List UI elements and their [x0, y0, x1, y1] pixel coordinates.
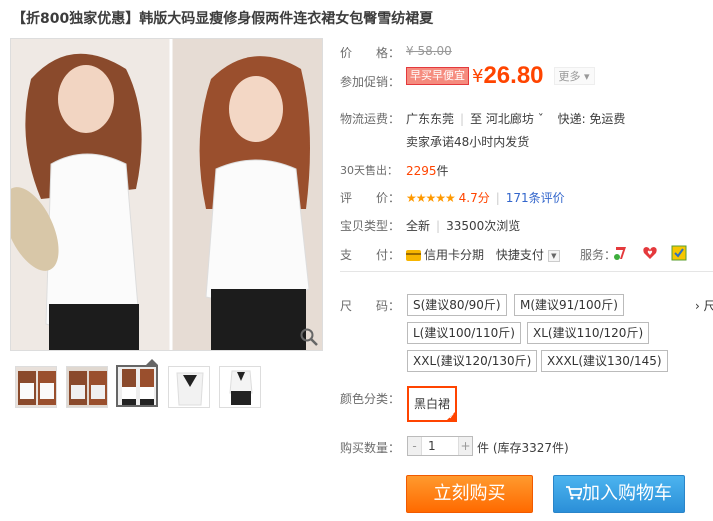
size-label: 尺 码：	[340, 299, 401, 313]
condition-info: 全新 | 33500次浏览	[406, 217, 520, 234]
separator: |	[436, 219, 441, 233]
product-photo	[11, 39, 322, 350]
separator: |	[460, 112, 465, 126]
size-option-xxl[interactable]: XXL(建议120/130斤)	[407, 350, 538, 372]
certified-badge-icon[interactable]	[671, 245, 687, 261]
rating-info: ★★★★★ 4.7分 | 171条评价	[406, 189, 565, 206]
promotion-price: 26.80	[483, 62, 544, 89]
shipping-promise: 卖家承诺48小时内发货	[406, 135, 530, 149]
services-label: 服务：	[580, 248, 617, 262]
color-option-label: 黑白裙	[413, 397, 450, 411]
thumbnail[interactable]	[168, 366, 210, 408]
quantity-label: 购买数量：	[340, 441, 401, 455]
price-label: 价 格：	[340, 46, 401, 60]
increase-quantity-button[interactable]: +	[458, 437, 472, 455]
section-divider	[340, 271, 713, 272]
color-label: 颜色分类：	[340, 392, 401, 406]
sales-unit: 件	[436, 164, 449, 178]
thumbnail-image	[118, 367, 156, 405]
quantity-input[interactable]: 1	[424, 437, 436, 455]
product-title: 【折800独家优惠】韩版大码显瘦修身假两件连衣裙女包臀雪纺裙夏	[12, 11, 434, 27]
size-chart-link[interactable]: › 尺	[695, 297, 713, 314]
rating-score: 4.7分	[458, 191, 490, 205]
quick-pay-option[interactable]: 快捷支付	[496, 248, 544, 262]
installment-option[interactable]: 信用卡分期	[424, 248, 484, 262]
more-promotions-button[interactable]: 更多 ▾	[553, 67, 595, 85]
add-to-cart-label: 加入购物车	[582, 483, 672, 504]
size-option-xl[interactable]: XL(建议110/120斤)	[527, 322, 650, 344]
decrease-quantity-button[interactable]: -	[408, 437, 422, 455]
size-option-s[interactable]: S(建议80/90斤)	[407, 294, 507, 316]
promotion-label: 参加促销：	[340, 75, 401, 89]
payment-info: 信用卡分期 快捷支付 ▼	[406, 246, 560, 263]
size-option-xxxl[interactable]: XXXL(建议130/145)	[541, 350, 668, 372]
stock-info: 件 (库存3327件)	[477, 441, 569, 455]
shipping-info: 广东东莞 | 至 河北廊坊 ˇ 快递: 免运费	[406, 110, 625, 127]
shipping-method: 快递: 免运费	[557, 112, 626, 126]
thumbnail-active[interactable]	[116, 365, 158, 407]
reviews-link[interactable]: 171条评价	[506, 191, 565, 205]
thumbnail-image	[169, 367, 209, 407]
sales-label: 30天售出：	[340, 164, 398, 177]
thumbnail-image	[16, 367, 56, 407]
thumbnail-image	[220, 367, 260, 407]
view-count: 33500次浏览	[446, 219, 521, 233]
sales-info: 2295件	[406, 162, 449, 179]
thumbnail[interactable]	[66, 366, 108, 408]
main-product-image[interactable]	[10, 38, 323, 351]
svg-text:♥: ♥	[647, 250, 652, 257]
magnifier-icon[interactable]	[299, 327, 319, 347]
dropdown-arrow-icon[interactable]: ▼	[547, 249, 560, 262]
condition-value: 全新	[406, 219, 431, 233]
payment-label: 支 付：	[340, 248, 401, 262]
quantity-stepper: - 1 +	[407, 436, 473, 456]
star-rating-icon: ★★★★★	[406, 191, 456, 205]
promotion-price-row: 早买早便宜 ¥26.80 更多 ▾	[406, 62, 595, 90]
original-price: ¥ 58.00	[406, 44, 452, 58]
ship-to-prefix: 至	[470, 112, 483, 126]
size-option-m[interactable]: M(建议91/100斤)	[514, 294, 624, 316]
currency-symbol: ¥	[472, 65, 484, 87]
separator: |	[495, 191, 500, 205]
size-option-l[interactable]: L(建议100/110斤)	[407, 322, 521, 344]
sales-count: 2295	[406, 164, 437, 178]
shipping-label: 物流运费：	[340, 112, 401, 126]
ship-to-selector[interactable]: 河北廊坊 ˇ	[486, 112, 544, 126]
ship-from: 广东东莞	[406, 112, 455, 126]
condition-label: 宝贝类型：	[340, 219, 401, 233]
credit-card-icon	[406, 250, 421, 261]
rating-label: 评 价：	[340, 191, 401, 205]
promotion-tag: 早买早便宜	[406, 67, 469, 85]
cart-icon	[566, 486, 584, 500]
thumbnail-image	[67, 367, 107, 407]
guarantee-heart-icon[interactable]: ♥	[642, 245, 658, 261]
color-option-selected[interactable]: 黑白裙 ✓	[407, 386, 457, 422]
thumbnail[interactable]	[15, 366, 57, 408]
buy-now-button[interactable]: 立刻购买	[406, 475, 533, 513]
seven-day-return-icon[interactable]	[613, 245, 629, 261]
thumbnail[interactable]	[219, 366, 261, 408]
check-icon: ✓	[448, 412, 455, 421]
add-to-cart-button[interactable]: 加入购物车	[553, 475, 685, 513]
